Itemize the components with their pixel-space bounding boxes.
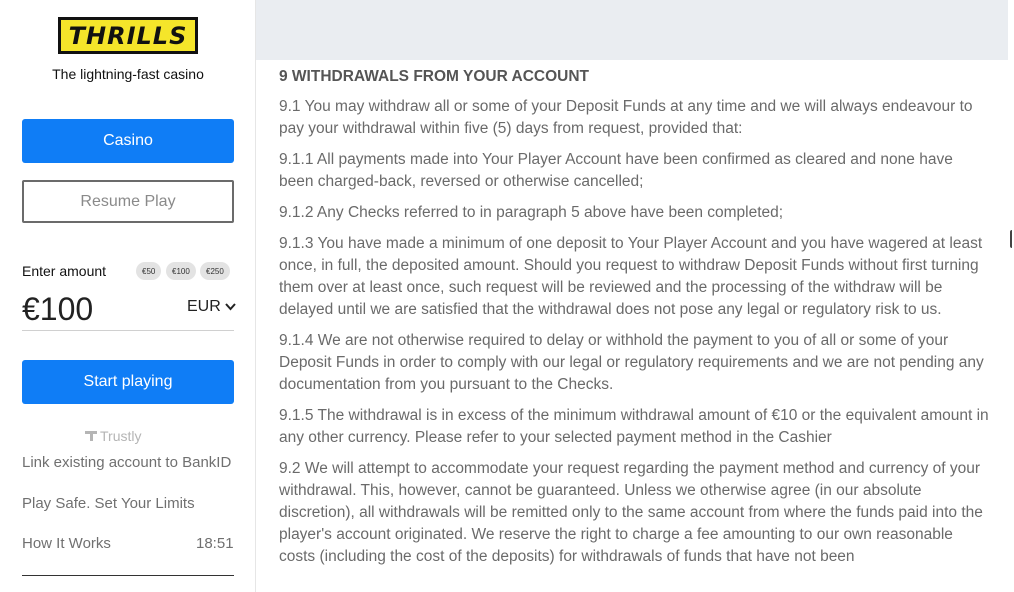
paragraph-9-1-1: 9.1.1 All payments made into Your Player… <box>279 151 953 190</box>
amount-input[interactable]: €100 <box>22 291 93 328</box>
currency-label: EUR <box>187 298 221 315</box>
how-it-works-link[interactable]: How It Works <box>22 535 111 552</box>
right-edge <box>1008 0 1014 592</box>
bankid-link[interactable]: Link existing account to BankID <box>22 454 231 471</box>
trustly-logo: Trustly <box>84 428 141 444</box>
enter-amount-label: Enter amount <box>22 263 107 279</box>
casino-button[interactable]: Casino <box>22 119 234 163</box>
thrills-logo[interactable]: THRILLS <box>58 17 198 54</box>
play-safe-link[interactable]: Play Safe. Set Your Limits <box>22 495 195 512</box>
currency-select[interactable]: EUR <box>187 298 236 316</box>
terms-content: 9 WITHDRAWALS FROM YOUR ACCOUNT 9.1 You … <box>279 66 991 577</box>
amount-underline <box>22 330 234 331</box>
sidebar-divider <box>22 575 234 576</box>
paragraph-9-1-3: 9.1.3 You have made a minimum of one dep… <box>279 235 983 318</box>
scrollbar-handle[interactable] <box>1010 230 1014 248</box>
paragraph-9-1-4: 9.1.4 We are not otherwise required to d… <box>279 332 984 393</box>
tagline: The lightning-fast casino <box>52 66 204 82</box>
start-playing-button[interactable]: Start playing <box>22 360 234 404</box>
amount-chip-50[interactable]: €50 <box>136 262 162 280</box>
trustly-icon <box>85 431 97 441</box>
amount-chip-250[interactable]: €250 <box>200 262 230 280</box>
resume-play-button[interactable]: Resume Play <box>22 180 234 223</box>
chevron-down-icon <box>225 303 236 311</box>
trustly-label: Trustly <box>100 428 142 444</box>
sidebar: THRILLS The lightning-fast casino Casino… <box>0 0 256 592</box>
paragraph-9-1: 9.1 You may withdraw all or some of your… <box>279 98 973 137</box>
paragraph-9-2: 9.2 We will attempt to accommodate your … <box>279 460 983 565</box>
section-heading: 9 WITHDRAWALS FROM YOUR ACCOUNT <box>279 68 589 85</box>
paragraph-9-1-5: 9.1.5 The withdrawal is in excess of the… <box>279 407 989 446</box>
paragraph-9-1-2: 9.1.2 Any Checks referred to in paragrap… <box>279 204 784 221</box>
amount-chip-100[interactable]: €100 <box>166 262 196 280</box>
top-band <box>256 0 1008 60</box>
logo-text: THRILLS <box>68 21 188 50</box>
clock: 18:51 <box>196 535 234 552</box>
